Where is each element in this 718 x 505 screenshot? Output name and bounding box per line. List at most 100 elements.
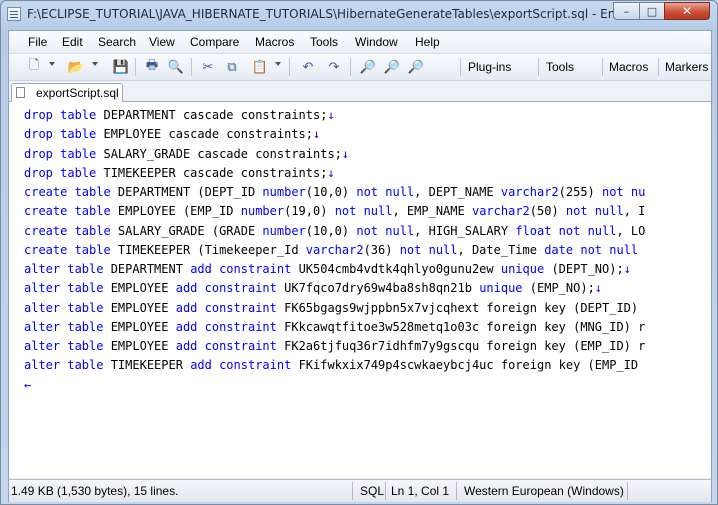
code-text: FK2a6tjfuq36r7idhfm7y9gscqu foreign key … — [276, 339, 646, 353]
find-icon[interactable]: 🔎 — [359, 58, 377, 76]
menu-search[interactable]: Search — [98, 35, 136, 49]
redo-icon[interactable]: ↷ — [325, 58, 343, 76]
title-bar[interactable]: F:\ECLIPSE_TUTORIAL\JAVA_HIBERNATE_TUTOR… — [1, 1, 717, 29]
code-text: , EMP_NAME — [392, 204, 472, 219]
code-text: DEPARTMENT — [103, 262, 191, 276]
client-area: File Edit Search View Compare Macros Too… — [8, 30, 712, 502]
sql-keyword: alter table — [24, 262, 104, 276]
code-text: (19,0) — [284, 204, 335, 219]
print-preview-icon[interactable]: 🔍 — [167, 58, 185, 76]
code-line[interactable]: drop table EMPLOYEE cascade constraints;… — [24, 125, 320, 144]
text-editor[interactable]: drop table DEPARTMENT cascade constraint… — [9, 102, 711, 478]
paste-icon[interactable]: 📋 — [251, 58, 269, 76]
status-separator — [627, 482, 628, 500]
code-text: SALARY_GRADE (GRADE — [110, 223, 263, 238]
undo-icon[interactable]: ↶ — [299, 58, 317, 76]
toolbar: 🗋 📂 💾 🖶 🔍 ✂ ⧉ 📋 ↶ ↷ 🔎 🔎 🔎 Plug-ins Tools — [9, 54, 711, 81]
code-line[interactable]: alter table DEPARTMENT add constraint UK… — [24, 260, 631, 279]
paste-dropdown-icon[interactable] — [275, 62, 281, 66]
menu-view[interactable]: View — [149, 35, 175, 49]
menu-help[interactable]: Help — [415, 35, 440, 49]
code-line[interactable]: alter table EMPLOYEE add constraint UK7f… — [24, 279, 602, 298]
sql-keyword: add constraint — [190, 262, 292, 276]
menu-tools[interactable]: Tools — [310, 35, 338, 49]
code-line[interactable]: alter table EMPLOYEE add constraint FK65… — [24, 299, 638, 318]
status-file-info: 1.49 KB (1,530 bytes), 15 lines. — [11, 484, 179, 498]
code-line[interactable]: drop table TIMEKEEPER cascade constraint… — [24, 164, 335, 183]
tools-toolbar-button[interactable]: Tools — [546, 60, 574, 74]
new-file-icon[interactable]: 🗋 — [25, 58, 43, 76]
code-text: , I — [623, 204, 646, 219]
document-tab-bar: exportScript.sql — [9, 81, 711, 102]
code-line[interactable]: alter table TIMEKEEPER add constraint FK… — [24, 356, 638, 375]
sql-keyword: alter table — [24, 300, 104, 315]
code-line[interactable]: drop table DEPARTMENT cascade constraint… — [24, 106, 335, 125]
sql-keyword: drop table — [24, 108, 97, 122]
line-end-mark: ↓ — [341, 146, 350, 161]
code-text: TIMEKEEPER cascade constraints; — [96, 165, 328, 180]
code-line[interactable]: alter table EMPLOYEE add constraint FK2a… — [24, 337, 645, 356]
sql-keyword: alter table — [24, 339, 104, 353]
code-text: DEPARTMENT cascade constraints; — [96, 108, 328, 122]
line-end-mark: ↓ — [313, 127, 321, 142]
sql-keyword: not null — [356, 185, 415, 199]
sql-keyword: date — [544, 242, 574, 257]
code-text: (255) — [558, 185, 603, 199]
print-icon[interactable]: 🖶 — [143, 58, 161, 76]
sql-keyword: not null — [565, 204, 624, 219]
find-previous-icon[interactable]: 🔎 — [407, 58, 425, 76]
code-text: (10,0) — [305, 185, 357, 199]
code-line[interactable]: create table EMPLOYEE (EMP_ID number(19,… — [24, 202, 645, 221]
tab-label: exportScript.sql — [36, 86, 119, 100]
toolbar-separator — [350, 58, 351, 76]
new-file-dropdown-icon[interactable] — [49, 62, 55, 66]
menu-macros[interactable]: Macros — [255, 35, 294, 49]
menu-window[interactable]: Window — [355, 35, 398, 49]
code-line[interactable]: create table TIMEKEEPER (Timekeeper_Id v… — [24, 241, 638, 260]
menu-compare[interactable]: Compare — [190, 35, 239, 49]
code-text: (36) — [363, 242, 400, 257]
sql-keyword: varchar2 — [471, 204, 530, 219]
code-line[interactable]: create table SALARY_GRADE (GRADE number(… — [24, 222, 645, 241]
code-text: TIMEKEEPER — [103, 358, 191, 373]
cut-icon[interactable]: ✂ — [199, 58, 217, 76]
copy-icon[interactable]: ⧉ — [223, 58, 241, 76]
tab-exportscript-sql[interactable]: exportScript.sql — [11, 83, 123, 102]
code-text: UK7fqco7dry69w4ba8sh8qn21b — [276, 281, 480, 296]
open-folder-icon[interactable]: 📂 — [67, 58, 85, 76]
sql-keyword: add constraint — [175, 319, 277, 334]
toolbar-separator — [538, 58, 539, 76]
code-line[interactable]: create table DEPARTMENT (DEPT_ID number(… — [24, 183, 645, 202]
menu-file[interactable]: File — [28, 35, 47, 49]
code-text: EMPLOYEE — [103, 319, 176, 334]
sql-keyword: drop table — [24, 127, 97, 142]
save-icon[interactable]: 💾 — [112, 58, 130, 76]
code-line[interactable]: drop table SALARY_GRADE cascade constrai… — [24, 145, 349, 164]
code-text: EMPLOYEE cascade constraints; — [96, 127, 313, 142]
sql-keyword: varchar2 — [305, 242, 364, 257]
sql-keyword: float — [515, 223, 552, 238]
code-line[interactable]: ← — [24, 376, 31, 395]
close-button[interactable]: ✕ — [664, 2, 710, 20]
status-bar: 1.49 KB (1,530 bytes), 15 lines. SQL Ln … — [9, 479, 711, 502]
line-end-mark: ↓ — [623, 262, 631, 276]
markers-toolbar-button[interactable]: Markers — [665, 60, 708, 74]
status-cursor-position[interactable]: Ln 1, Col 1 — [391, 484, 449, 498]
code-text: SALARY_GRADE cascade constraints; — [96, 146, 342, 161]
status-mode[interactable]: SQL — [360, 484, 384, 498]
code-text: EMPLOYEE — [103, 339, 176, 353]
sql-keyword: alter table — [24, 319, 104, 334]
code-line[interactable]: alter table EMPLOYEE add constraint FKkc… — [24, 318, 645, 337]
sql-keyword: number — [262, 223, 306, 238]
open-dropdown-icon[interactable] — [92, 62, 98, 66]
sql-keyword: not null — [399, 242, 458, 257]
macros-toolbar-button[interactable]: Macros — [609, 60, 648, 74]
find-next-icon[interactable]: 🔎 — [383, 58, 401, 76]
sql-keyword: number — [262, 185, 306, 199]
maximize-button[interactable]: □ — [639, 2, 665, 20]
plugins-toolbar-button[interactable]: Plug-ins — [468, 60, 511, 74]
minimize-button[interactable]: – — [613, 2, 640, 20]
menu-edit[interactable]: Edit — [62, 35, 83, 49]
status-encoding[interactable]: Western European (Windows) — [464, 484, 624, 498]
